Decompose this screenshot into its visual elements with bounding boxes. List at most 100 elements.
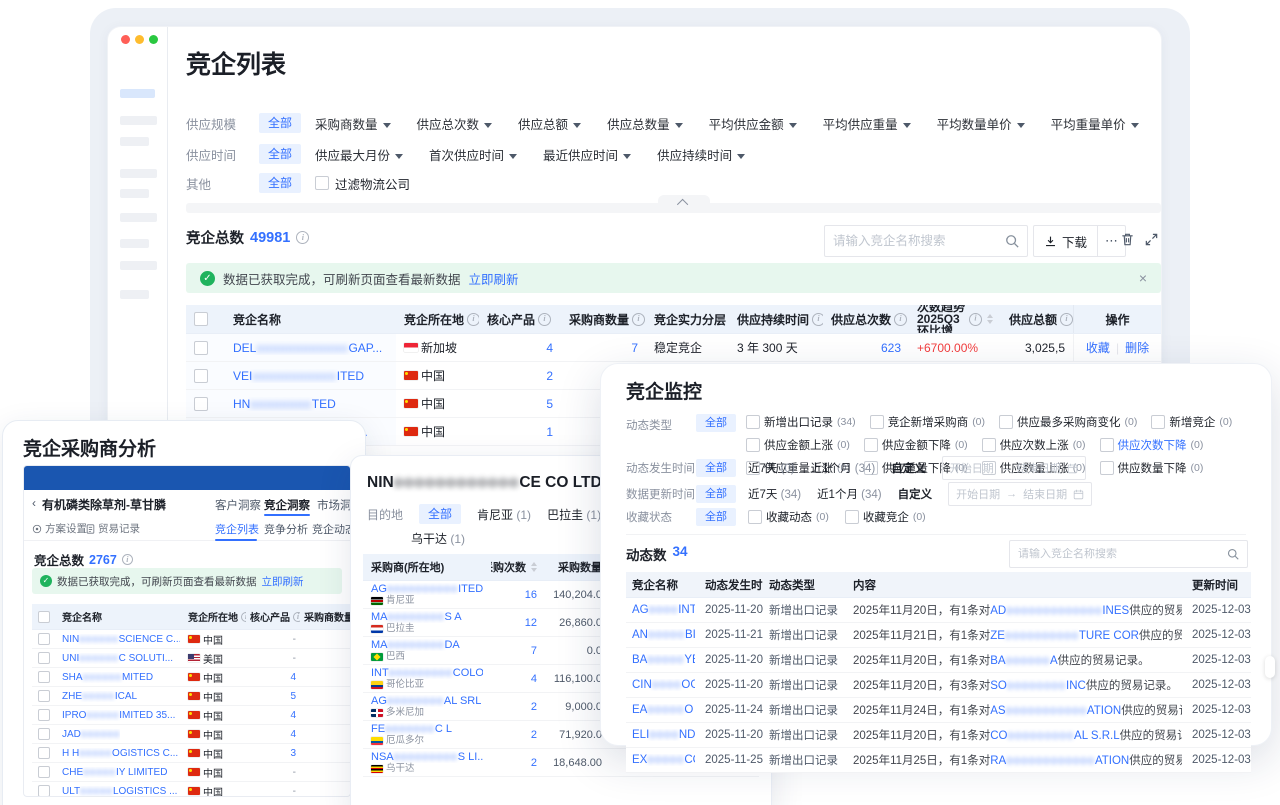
company-name-link[interactable]: BAoooooYER ... (626, 648, 701, 672)
table-row[interactable]: EAoooooO 2025-11-24 新增出口记录 2025年11月24日，有… (626, 698, 1251, 723)
product-count[interactable]: 1 (479, 418, 561, 445)
type-filter-item[interactable]: 供应次数下降 (0) (1100, 437, 1204, 453)
delete-link[interactable]: 删除 (1125, 339, 1149, 356)
info-icon[interactable] (538, 313, 551, 326)
product-count[interactable]: - (246, 763, 300, 781)
buyer-cell[interactable]: MAooooooooDA 巴西 (363, 637, 491, 664)
custom-range-label[interactable]: 自定义 (891, 460, 926, 476)
col-times[interactable]: 供应总次数 (823, 305, 909, 333)
buyer-cell[interactable]: NSAoooooooooS LI... 乌干达 (363, 749, 491, 776)
filter-option[interactable]: 平均数量单价 (937, 114, 1025, 133)
refresh-now-link[interactable]: 立即刷新 (469, 269, 519, 288)
filter-option[interactable]: 平均供应重量 (823, 114, 911, 133)
destination-item-wrap[interactable]: 乌干达 (1) (411, 530, 465, 547)
row-checkbox[interactable] (32, 744, 58, 762)
col-times[interactable]: 采购次数 (491, 554, 541, 580)
product-count[interactable]: 3 (246, 744, 300, 762)
row-checkbox[interactable] (32, 725, 58, 743)
table-row[interactable]: CINooooOGIS... 2025-11-20 新增出口记录 2025年11… (626, 673, 1251, 698)
info-icon[interactable] (122, 554, 133, 565)
back-icon[interactable]: ‹ (32, 496, 36, 510)
times-cell[interactable]: 16 (491, 581, 541, 608)
product-count[interactable]: 4 (246, 725, 300, 743)
search-input[interactable] (825, 234, 1005, 248)
row-checkbox[interactable] (32, 668, 58, 686)
buyer-name-link[interactable]: NSAoooooooooS LI... (371, 751, 483, 763)
filter-all-chip[interactable]: 全部 (259, 113, 301, 133)
buyer-cell[interactable]: AGooooooooAL SRL 多米尼加 (363, 693, 491, 720)
search-input[interactable] (1010, 548, 1227, 560)
type-filter-item[interactable]: 供应最多采购商变化 (0) (999, 414, 1137, 430)
company-name-link[interactable]: ULToooooLOGISTICS ... (58, 782, 184, 797)
sidebar-item[interactable] (120, 189, 149, 198)
buyer-name-link[interactable]: AGooooooooAL SRL (371, 695, 483, 707)
quick-range-1m[interactable]: 近1个月 (34) (817, 486, 882, 502)
row-checkbox[interactable] (186, 362, 225, 389)
filter-option[interactable]: 供应持续时间 (657, 145, 745, 164)
type-filter-item[interactable]: 新增出口记录 (34) (746, 414, 856, 430)
filter-option[interactable]: 平均重量单价 (1051, 114, 1139, 133)
filter-option[interactable]: 供应总次数 (417, 114, 493, 133)
buyer-cell[interactable]: INToooooooooCOLO... 哥伦比亚 (363, 665, 491, 692)
company-name-link[interactable]: CHEoooooIY LIMITED (58, 763, 184, 781)
filter-option[interactable]: 采购商数量 (315, 114, 391, 133)
row-checkbox[interactable] (32, 630, 58, 648)
table-row[interactable]: SHAooooooMITED 中国 4 (32, 668, 350, 687)
filter-all-chip[interactable]: 全部 (696, 459, 736, 477)
sidebar-item[interactable] (120, 169, 157, 178)
plan-settings-button[interactable]: 方案设置 (32, 521, 87, 536)
destination-all-chip[interactable]: 全部 (419, 504, 461, 524)
buyer-cell[interactable]: FEoooooooC L 厄瓜多尔 (363, 721, 491, 748)
row-checkbox[interactable] (32, 706, 58, 724)
company-name-link[interactable]: NINooooooSCIENCE C... (58, 630, 184, 648)
filter-all-chip[interactable]: 全部 (259, 173, 301, 193)
row-checkbox[interactable] (32, 687, 58, 705)
filter-all-chip[interactable]: 全部 (696, 414, 736, 432)
times-cell[interactable]: 2 (491, 749, 541, 776)
info-icon[interactable] (1060, 313, 1073, 326)
refresh-now-link[interactable]: 立即刷新 (262, 574, 304, 589)
company-name-link[interactable]: CINooooOGIS... (626, 673, 701, 697)
times-cell[interactable]: 7 (491, 637, 541, 664)
row-checkbox[interactable] (32, 649, 58, 667)
tab-market-insight[interactable]: 市场洞察 (317, 497, 351, 513)
product-count[interactable]: 5 (246, 687, 300, 705)
destination-item[interactable]: 肯尼亚 (1) (477, 506, 531, 523)
filter-collapse-tab[interactable] (658, 195, 710, 211)
subtab-competitor-activity[interactable]: 竞企动态 (312, 521, 351, 537)
monitor-search[interactable] (1009, 540, 1248, 568)
table-row[interactable]: EXoooooCO... 2025-11-25 新增出口记录 2025年11月2… (626, 748, 1251, 773)
table-row[interactable]: ZHEoooooICAL 中国 5 (32, 687, 350, 706)
row-checkbox[interactable] (186, 334, 225, 361)
company-name-link[interactable]: JADoooooo (58, 725, 184, 743)
competitor-search[interactable] (824, 225, 1028, 257)
favorite-filter-item[interactable]: 收藏动态 (0) (748, 509, 829, 525)
type-filter-item[interactable]: 供应数量下降 (0) (1100, 460, 1204, 476)
table-row[interactable]: IPROoooooIMITED 35... 中国 4 (32, 706, 350, 725)
filter-option[interactable]: 首次供应时间 (429, 145, 517, 164)
subtab-competitor-list[interactable]: 竞企列表 (215, 521, 259, 537)
table-row[interactable]: JADoooooo 中国 4 (32, 725, 350, 744)
table-row[interactable]: DELooooooooooooGAP... 新加坡 4 7 稳定竞企 3 年 3… (186, 334, 1161, 362)
product-count[interactable]: 4 (246, 706, 300, 724)
close-icon[interactable]: × (1139, 270, 1147, 286)
info-icon[interactable] (296, 231, 309, 244)
table-row[interactable]: UNIooooooC SOLUTI... 美国 - (32, 649, 350, 668)
select-all-cell[interactable] (186, 305, 225, 333)
buyer-name-link[interactable]: INToooooooooCOLO... (371, 667, 483, 679)
company-name-link[interactable]: ELIooooNDU... (626, 723, 701, 747)
company-name-link[interactable]: AGooooINT... (626, 598, 701, 622)
buyer-name-link[interactable]: AGooooooooooITED (371, 583, 483, 595)
table-row[interactable]: AGooooINT... 2025-11-20 新增出口记录 2025年11月2… (626, 598, 1251, 623)
sidebar-item-active[interactable] (120, 89, 155, 98)
times-cell[interactable]: 4 (491, 665, 541, 692)
filter-logistics-checkbox[interactable]: 过滤物流公司 (315, 174, 410, 193)
select-all-cell[interactable] (32, 604, 58, 629)
buyer-cell[interactable]: MAooooooooS A 巴拉圭 (363, 609, 491, 636)
type-filter-item[interactable]: 新增竞企 (0) (1151, 414, 1232, 430)
filter-option[interactable]: 平均供应金额 (709, 114, 797, 133)
buyer-name-link[interactable]: MAooooooooS A (371, 611, 483, 623)
company-name-link[interactable]: HNooooooooTED (225, 390, 396, 417)
breadcrumb[interactable]: 有机磷类除草剂-草甘膦 (42, 496, 166, 513)
row-checkbox[interactable] (186, 390, 225, 417)
